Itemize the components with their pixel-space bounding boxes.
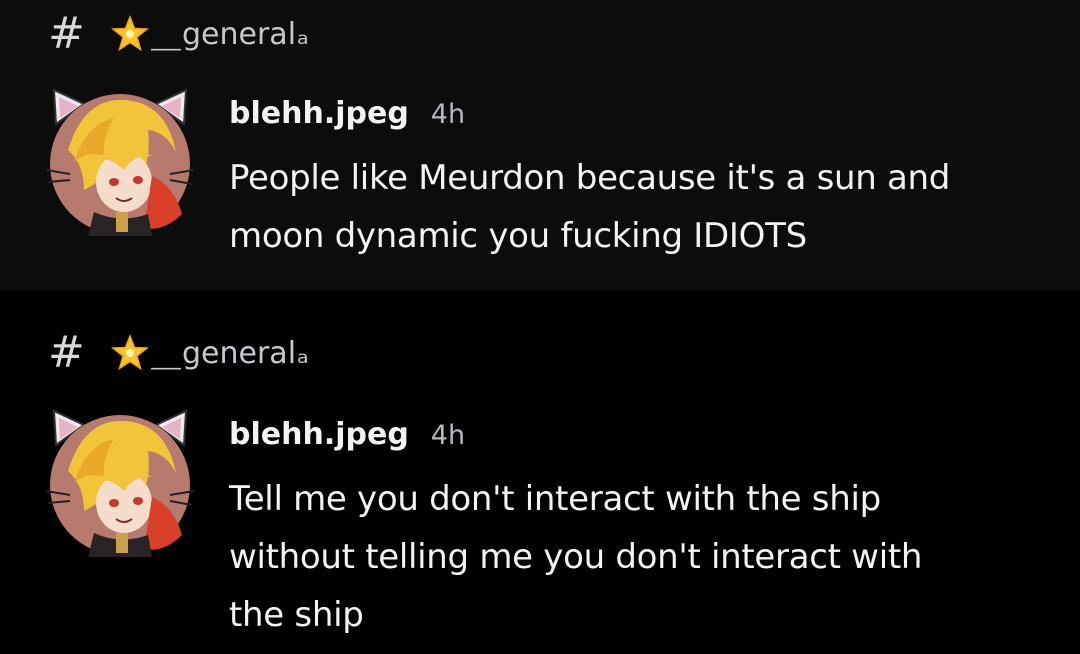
channel-suffix-decoration: ₐ <box>297 335 309 371</box>
username[interactable]: blehh.jpeg <box>229 96 409 131</box>
timestamp: 4h <box>430 99 466 130</box>
message-text: People like Meurdon because it's a sun a… <box>229 149 1029 265</box>
channel-prefix-decoration: ⸏ <box>151 18 181 54</box>
timestamp: 4h <box>430 420 466 451</box>
message-notification-2[interactable]: # ⸏ general ₐ blehh.jpeg 4h Tell me you … <box>0 291 1080 654</box>
user-avatar[interactable] <box>44 86 196 236</box>
message-content: blehh.jpeg 4h People like Meurdon becaus… <box>229 96 1029 265</box>
username[interactable]: blehh.jpeg <box>229 417 409 452</box>
message-line: moon dynamic you fucking IDIOTS <box>229 216 807 256</box>
hash-icon: # <box>48 327 85 378</box>
message-content: blehh.jpeg 4h Tell me you don't interact… <box>229 417 1029 644</box>
message-notification-1[interactable]: # ⸏ general ₐ blehh.jpeg 4h People like … <box>0 0 1080 291</box>
message-header: blehh.jpeg 4h <box>229 96 1029 140</box>
message-line: People like Meurdon because it's a sun a… <box>229 158 951 198</box>
channel-name: ⸏ general ₐ <box>110 333 310 374</box>
channel-suffix-decoration: ₐ <box>297 16 309 52</box>
glowing-star-icon <box>110 333 150 371</box>
channel-name-text: general <box>182 16 297 52</box>
user-avatar[interactable] <box>44 407 196 557</box>
message-line: Tell me you don't interact with the ship <box>229 479 881 519</box>
message-line: the ship <box>229 595 364 635</box>
message-line: without telling me you don't interact wi… <box>229 537 923 577</box>
channel-name-text: general <box>182 335 297 371</box>
channel-header[interactable]: # ⸏ general ₐ <box>48 331 310 375</box>
message-header: blehh.jpeg 4h <box>229 417 1029 461</box>
channel-prefix-decoration: ⸏ <box>151 337 181 373</box>
message-text: Tell me you don't interact with the ship… <box>229 470 1029 644</box>
channel-header[interactable]: # ⸏ general ₐ <box>48 12 310 56</box>
hash-icon: # <box>48 8 85 59</box>
channel-name: ⸏ general ₐ <box>110 14 310 55</box>
glowing-star-icon <box>110 14 150 52</box>
